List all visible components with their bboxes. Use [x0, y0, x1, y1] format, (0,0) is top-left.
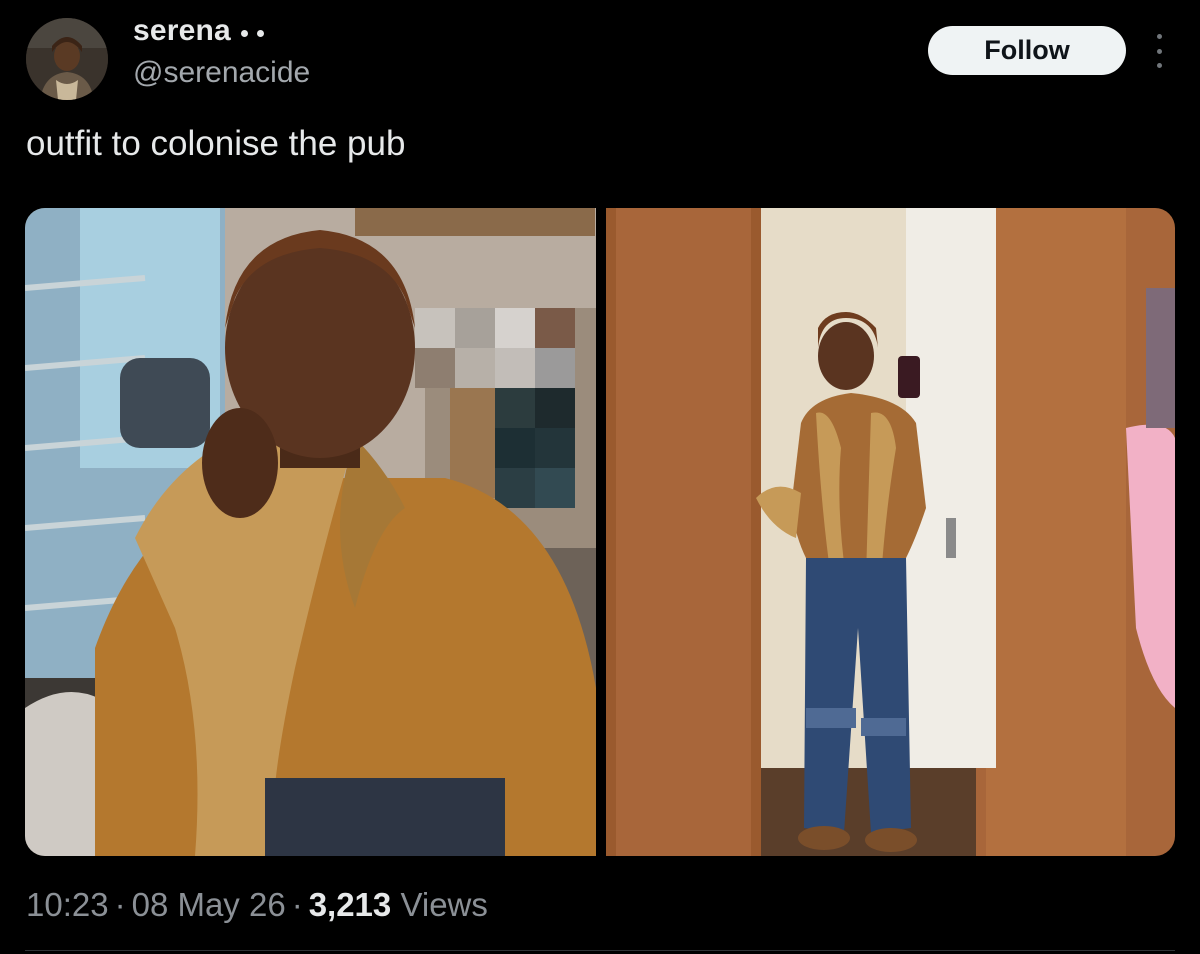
more-vertical-icon[interactable] [1148, 34, 1170, 68]
tweet-text: outfit to colonise the pub [26, 124, 406, 163]
photo-mirror-selfie-full-outfit-icon [606, 208, 1175, 856]
divider [25, 950, 1175, 951]
meta-separator: · [291, 886, 303, 923]
display-name-text: serena [133, 14, 231, 47]
profile-photo-icon [26, 18, 108, 100]
photo-1[interactable] [25, 208, 596, 856]
follow-button[interactable]: Follow [928, 26, 1126, 75]
user-handle[interactable]: @serenacide [133, 56, 310, 90]
media-grid [25, 208, 1175, 856]
tweet-time[interactable]: 10:23 [26, 886, 109, 923]
meta-separator: · [114, 886, 126, 923]
status-dots-icon [240, 15, 273, 49]
display-name[interactable]: serena [133, 14, 273, 49]
tweet-meta: 10:23 · 08 May 26 · 3,213 Views [26, 886, 488, 924]
tweet-date[interactable]: 08 May 26 [132, 886, 286, 923]
photo-2[interactable] [606, 208, 1175, 856]
photo-selfie-fur-cardigan-icon [25, 208, 596, 856]
views-count: 3,213 [308, 886, 392, 923]
views-label: Views [400, 886, 488, 923]
avatar[interactable] [26, 18, 108, 100]
